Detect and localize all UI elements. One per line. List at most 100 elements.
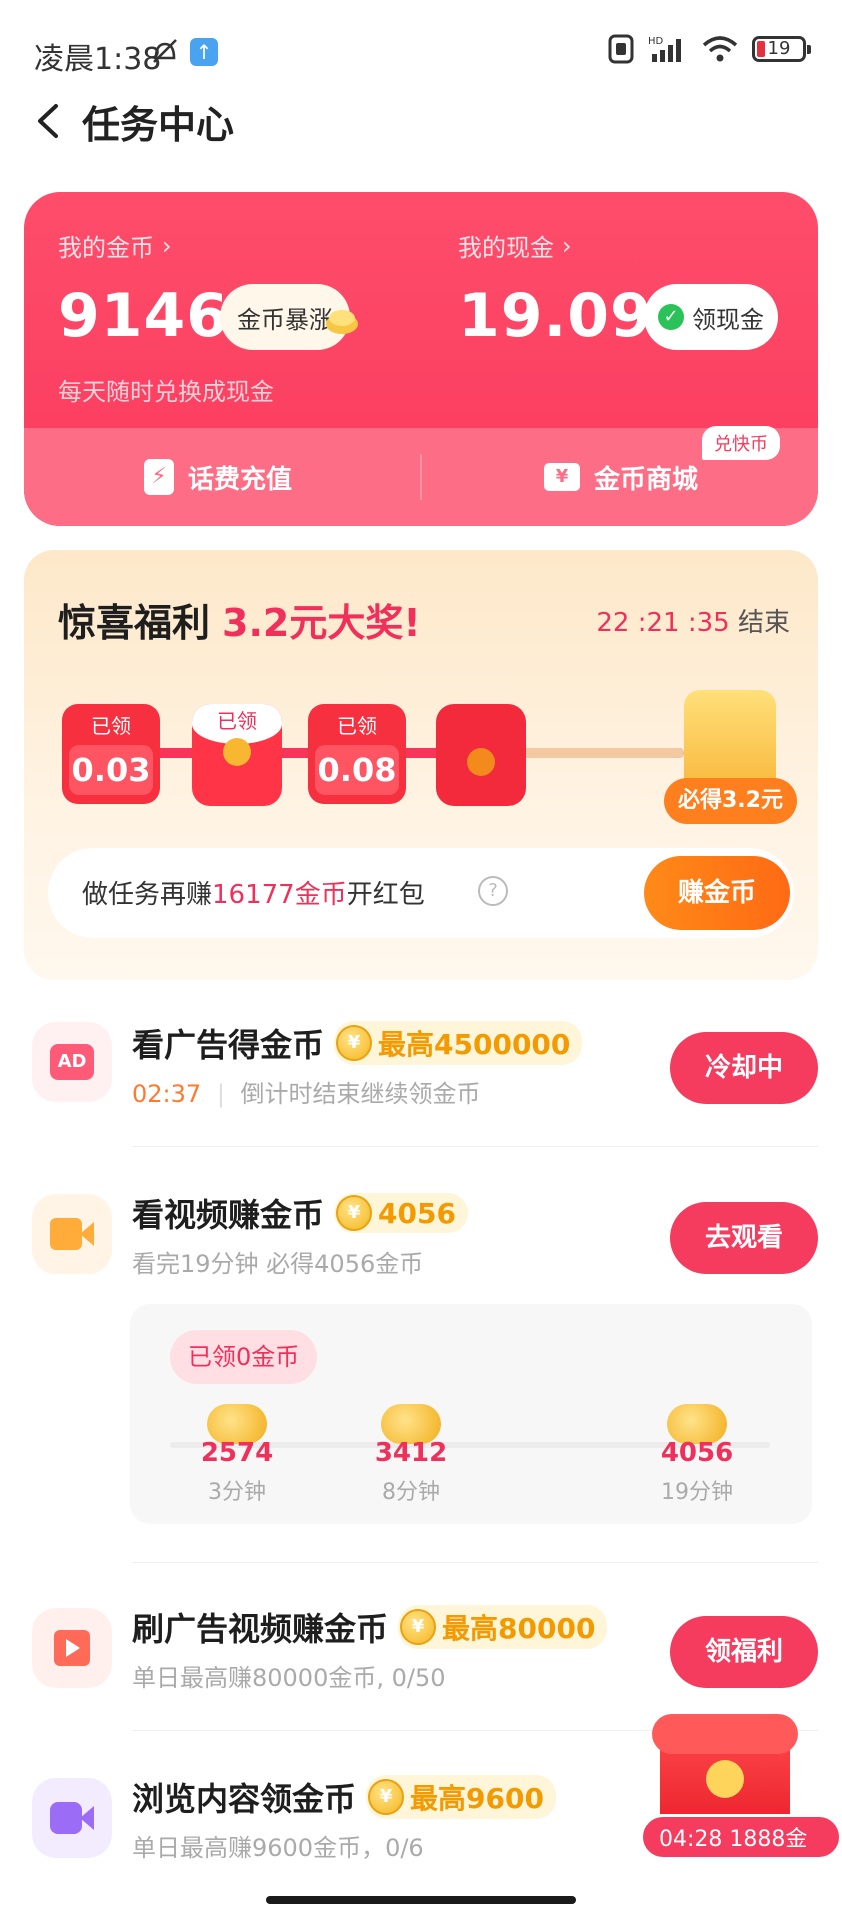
play-icon	[32, 1608, 112, 1688]
chest-timer-tag[interactable]: 04:28 1888金币	[640, 1814, 842, 1898]
wifi-icon	[702, 36, 738, 62]
packet-label: 已领	[91, 714, 131, 738]
help-icon[interactable]: ?	[478, 876, 508, 906]
task-title: 看广告得金币 ¥ 最高4500000	[132, 1020, 583, 1066]
svg-text:HD: HD	[648, 36, 664, 47]
task-prompt-amount: 16177金币	[212, 880, 347, 910]
reward-value: 最高9600	[410, 1782, 544, 1815]
phone-recharge-label: 话费充值	[188, 464, 293, 495]
final-reward-tag: 必得3.2元	[664, 778, 797, 824]
countdown-hours: 22	[596, 608, 630, 638]
step-value: 4056	[660, 1438, 734, 1468]
divider	[132, 1562, 818, 1563]
exchange-badge: 兑快币	[702, 426, 780, 460]
chest-coin	[706, 1760, 744, 1798]
step-minutes: 8分钟	[382, 1480, 440, 1505]
countdown: 22 :21 :35 结束	[596, 608, 790, 638]
packet-amount: 0.03	[69, 745, 153, 795]
lock-icon	[467, 748, 495, 776]
lightning-icon: ⚡	[144, 459, 174, 495]
task-prompt-after: 开红包	[346, 880, 425, 910]
coin-shop-label: 金币商城	[594, 464, 699, 495]
cash-section[interactable]: 我的现金 › 19.09	[458, 228, 653, 352]
cash-label-text: 我的现金	[458, 234, 554, 262]
step-value: 3412	[374, 1438, 448, 1468]
check-seal-icon	[223, 738, 251, 766]
surprise-bonus-card: 惊喜福利 3.2元大奖! 22 :21 :35 结束 已领 0.03 已领 已领 …	[24, 550, 818, 980]
task-title-text: 看视频赚金币	[132, 1196, 325, 1234]
status-time: 凌晨1:38	[34, 42, 162, 77]
step-minutes: 3分钟	[208, 1480, 266, 1505]
reward-step: 3412 8分钟	[356, 1404, 466, 1506]
coin-boost-label: 金币暴涨	[237, 305, 333, 334]
cooldown-button[interactable]: 冷却中	[670, 1032, 818, 1104]
watch-button[interactable]: 去观看	[670, 1202, 818, 1274]
status-bar: 凌晨1:38 ↑ HD 19	[0, 0, 842, 100]
red-packet-locked[interactable]	[436, 704, 526, 806]
task-prompt-text: 做任务再赚16177金币开红包	[82, 874, 425, 911]
task-prompt-before: 做任务再赚	[82, 880, 213, 910]
home-indicator[interactable]	[266, 1896, 576, 1904]
reward-value: 最高80000	[442, 1612, 596, 1645]
red-packet-opened: 已领	[192, 704, 282, 806]
cash-label[interactable]: 我的现金 ›	[458, 228, 653, 263]
video-reward-progress: 已领0金币 2574 3分钟 3412 8分钟 4056 19分钟	[130, 1304, 812, 1524]
reward-tag: ¥ 最高4500000	[334, 1021, 583, 1065]
withdraw-cash-button[interactable]: ✓ 领现金	[644, 284, 778, 350]
ad-icon-label: AD	[50, 1044, 94, 1080]
task-title: 浏览内容领金币 ¥ 最高9600	[132, 1774, 556, 1820]
countdown-minutes: 21	[646, 608, 680, 638]
red-packet-claimed: 已领 0.03	[62, 704, 160, 804]
surprise-highlight: 3.2元大奖!	[222, 601, 421, 645]
coins-label-text: 我的金币	[58, 234, 154, 262]
page-title: 任务中心	[82, 103, 235, 147]
claim-bonus-button[interactable]: 领福利	[670, 1616, 818, 1688]
red-packet-claimed: 已领 0.08	[308, 704, 406, 804]
coin-pile-icon	[326, 310, 358, 334]
surprise-title: 惊喜福利 3.2元大奖!	[58, 592, 421, 647]
reward-tag: ¥ 最高9600	[366, 1775, 556, 1819]
task-title-text: 看广告得金币	[132, 1026, 325, 1064]
earn-coins-button[interactable]: 赚金币	[644, 856, 790, 930]
wallet-subtitle: 每天随时兑换成现金	[58, 378, 274, 406]
battery-level: 19	[767, 38, 791, 59]
nfc-icon	[608, 34, 634, 64]
chevron-right-icon: ›	[562, 231, 572, 260]
task-title-text: 浏览内容领金币	[132, 1780, 357, 1818]
coin-shop-button[interactable]: ¥ 金币商城	[544, 428, 698, 526]
task-subtitle: 看完19分钟 必得4056金币	[132, 1250, 424, 1278]
ticket-icon: ¥	[544, 463, 580, 491]
task-subtitle-text: 倒计时结束继续领金币	[240, 1080, 481, 1108]
wallet-actions: ⚡ 话费充值 ¥ 金币商城	[24, 428, 818, 526]
countdown-seconds: 35	[696, 608, 730, 638]
muted-bell-icon	[153, 39, 177, 63]
task-subtitle: 单日最高赚80000金币, 0/50	[132, 1664, 446, 1692]
countdown-suffix: 结束	[737, 608, 790, 638]
step-value: 2574	[200, 1438, 274, 1468]
packet-amount: 0.08	[315, 745, 399, 795]
claimed-bubble: 已领0金币	[170, 1330, 318, 1384]
phone-recharge-button[interactable]: ⚡ 话费充值	[144, 428, 292, 526]
task-title: 刷广告视频赚金币 ¥ 最高80000	[132, 1604, 608, 1650]
divider	[420, 454, 422, 500]
battery-icon: 19	[752, 36, 811, 62]
wallet-card: 我的金币 › 91462 金币暴涨 我的现金 › 19.09 ✓ 领现金 每天随时兑…	[24, 192, 818, 526]
reward-step: 2574 3分钟	[182, 1404, 292, 1506]
surprise-title-text: 惊喜福利	[58, 601, 211, 645]
ad-icon: AD	[32, 1022, 112, 1102]
task-subtitle: 02:37 | 倒计时结束继续领金币	[132, 1080, 481, 1108]
cooldown-timer: 02:37	[132, 1080, 202, 1108]
task-subtitle: 单日最高赚9600金币，0/6	[132, 1834, 424, 1862]
step-minutes: 19分钟	[661, 1480, 733, 1505]
task-title-text: 刷广告视频赚金币	[132, 1610, 389, 1648]
coin-icon: ¥	[400, 1609, 437, 1645]
video-camera-icon	[32, 1778, 112, 1858]
back-icon[interactable]	[24, 96, 74, 146]
chest-lid	[652, 1714, 798, 1754]
reward-step: 4056 19分钟	[642, 1404, 752, 1506]
reward-value: 4056	[378, 1196, 456, 1230]
reward-tag: ¥ 最高80000	[398, 1605, 608, 1649]
coins-label[interactable]: 我的金币 ›	[58, 228, 272, 263]
upload-icon: ↑	[190, 38, 218, 66]
cash-value: 19.09	[458, 281, 653, 351]
